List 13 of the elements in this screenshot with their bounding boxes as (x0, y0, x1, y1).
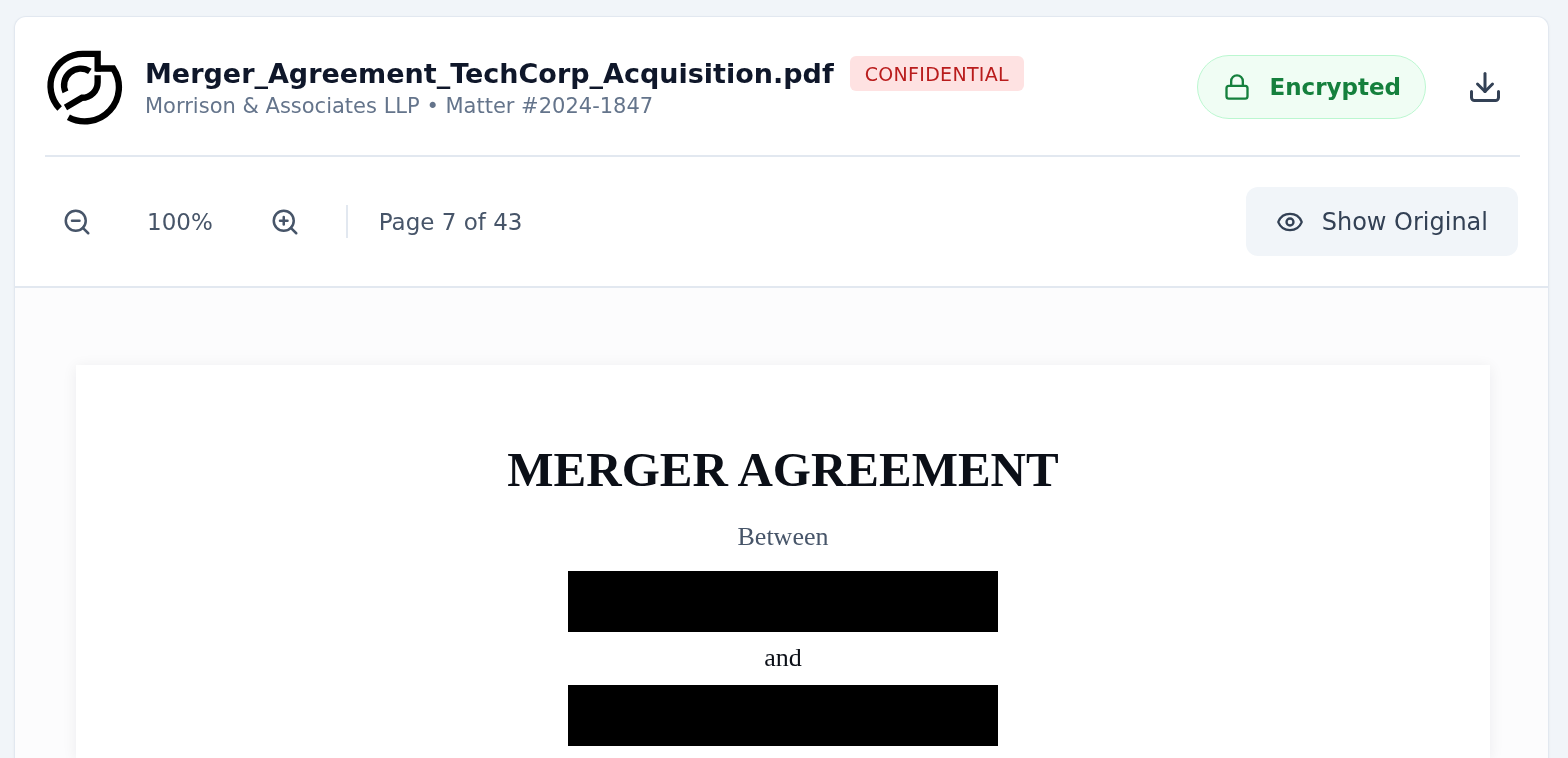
page-indicator: Page 7 of 43 (378, 208, 524, 235)
download-icon (1467, 69, 1503, 105)
confidential-badge: CONFIDENTIAL (849, 56, 1024, 91)
logo-icon (45, 48, 123, 126)
show-original-button[interactable]: Show Original (1245, 187, 1518, 256)
document-title: MERGER AGREEMENT (507, 445, 1059, 494)
zoom-level: 100% (147, 208, 213, 235)
file-subtitle: Morrison & Associates LLP • Matter #2024-1847 (145, 94, 655, 118)
document-text: Between (737, 524, 829, 550)
lock-icon (1223, 73, 1252, 101)
file-name: Merger_Agreement_TechCorp_Acquisition.pdf (145, 58, 834, 89)
document-text: and (764, 645, 802, 671)
encryption-badge: Encrypted (1197, 55, 1426, 119)
